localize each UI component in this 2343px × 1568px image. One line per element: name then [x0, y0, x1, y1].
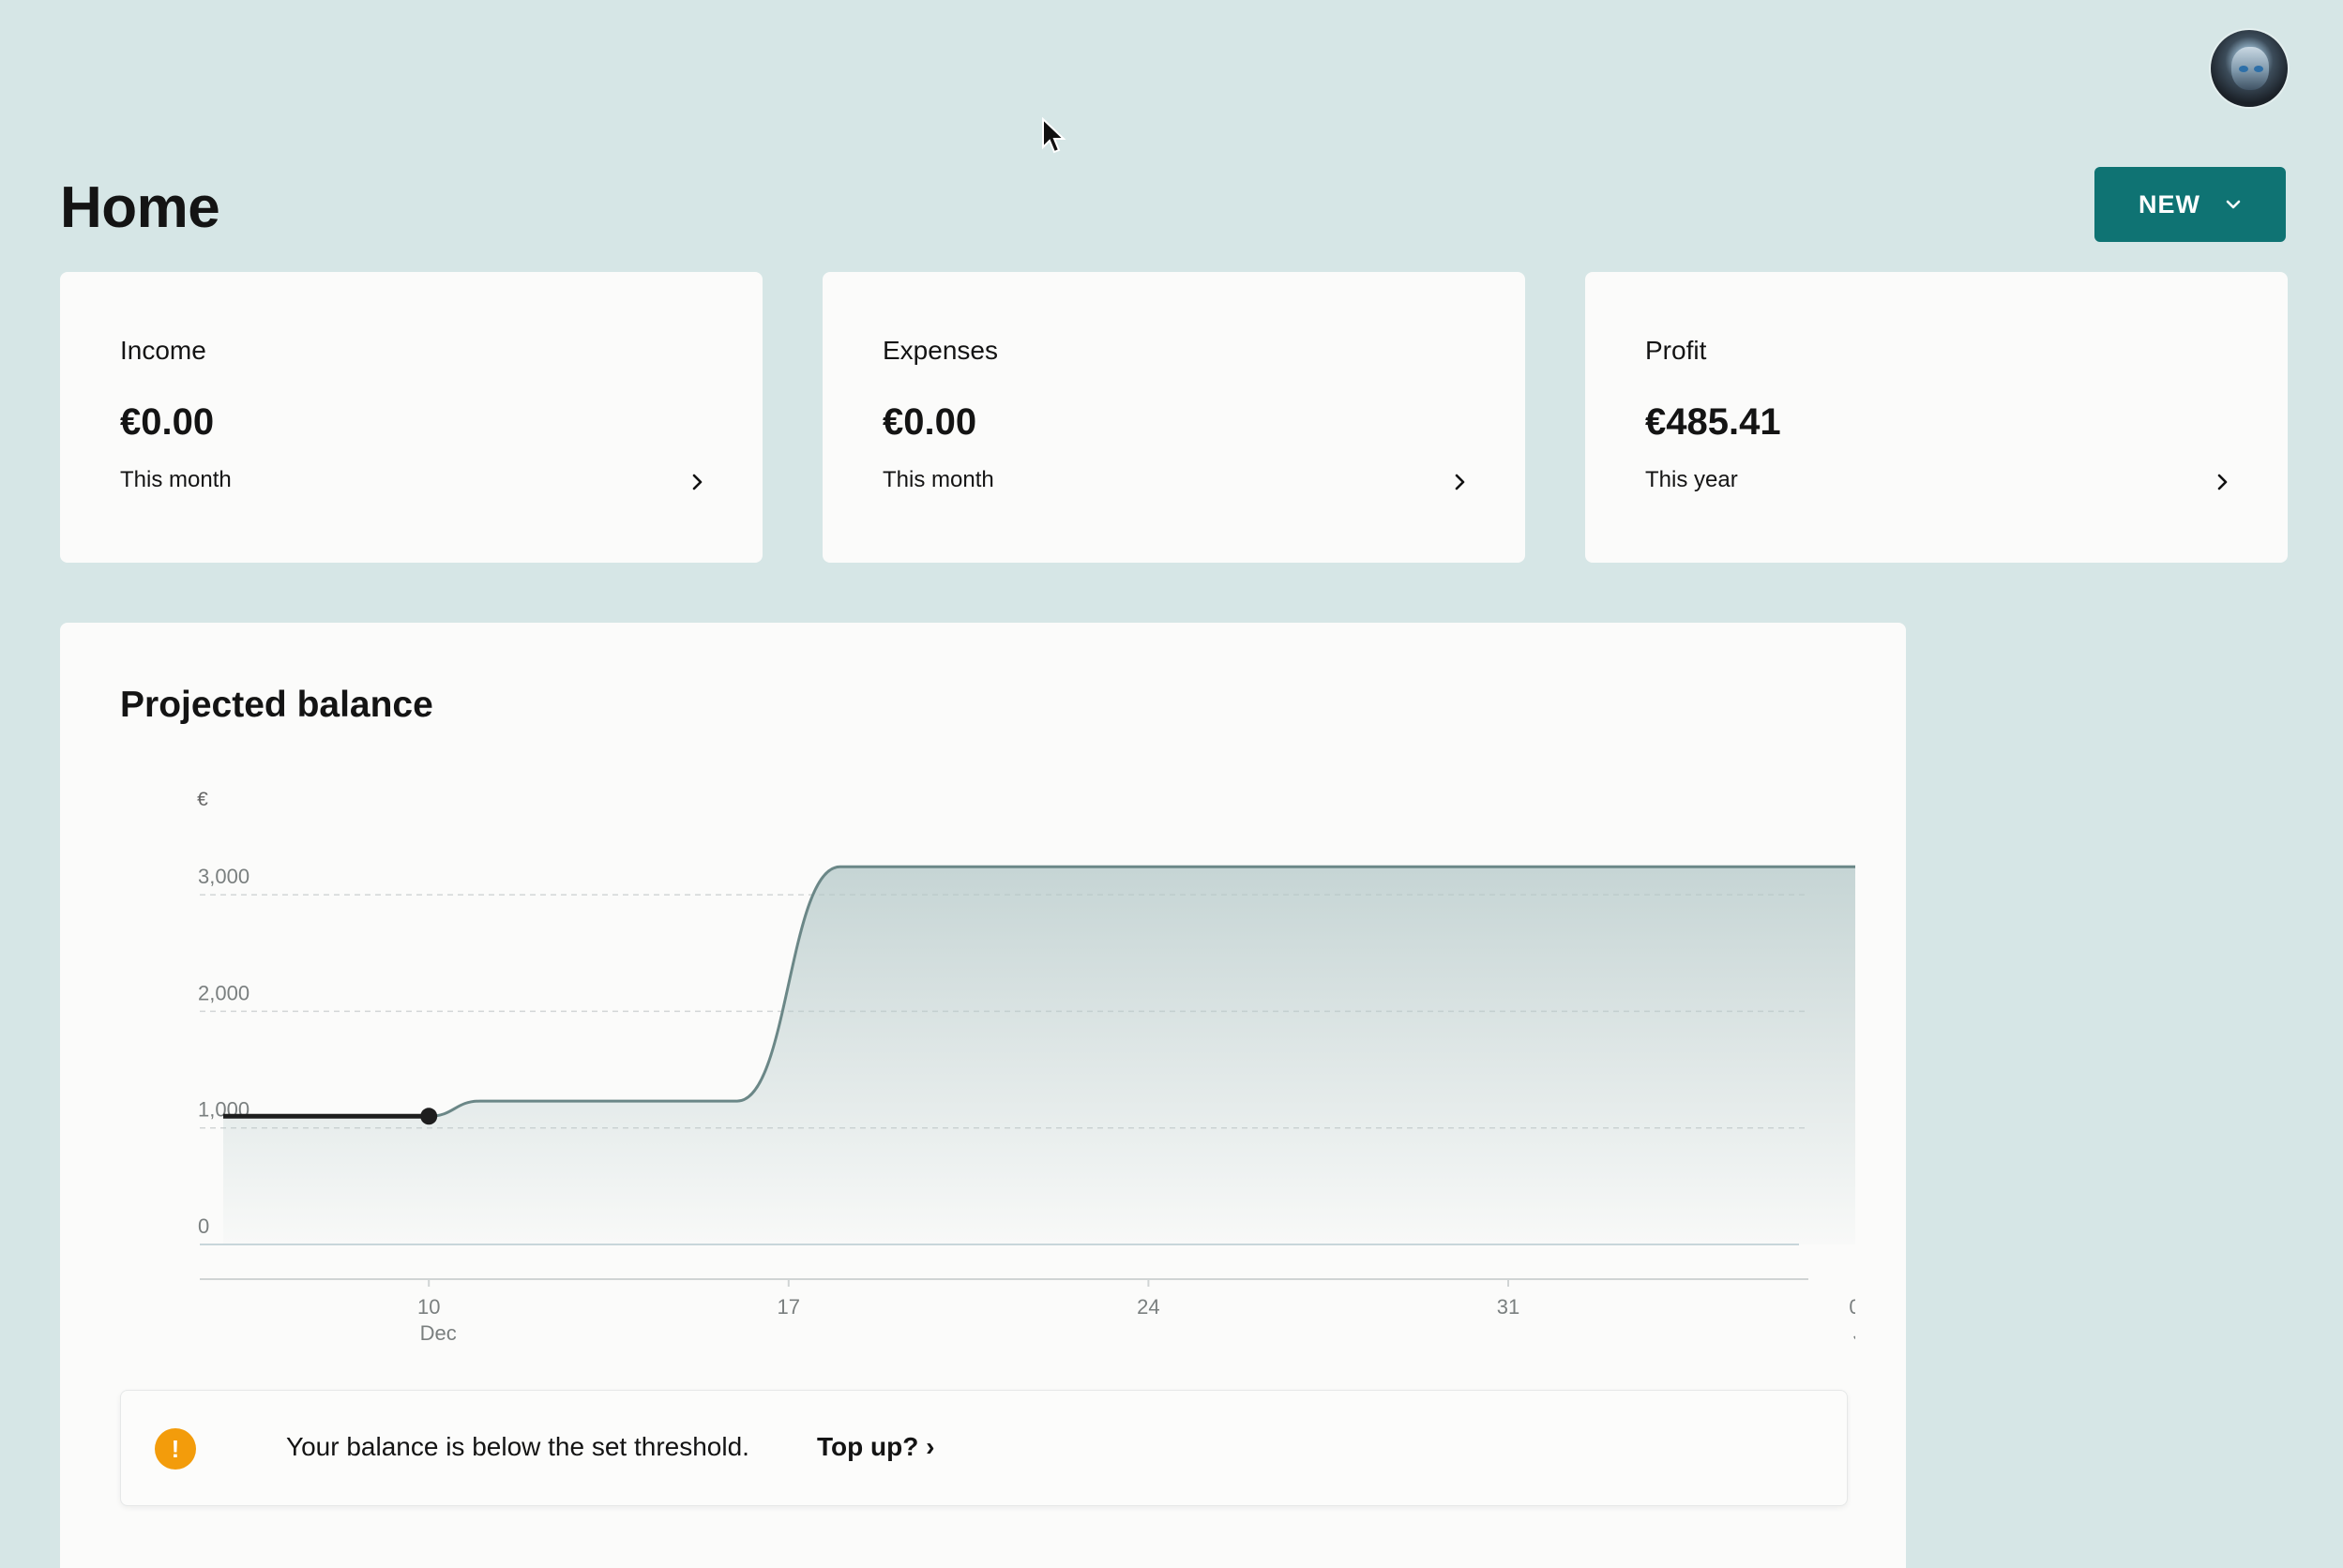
avatar-eye-left: [2239, 66, 2248, 72]
low-balance-alert: ! Your balance is below the set threshol…: [120, 1390, 1848, 1506]
card-period: This month: [883, 467, 994, 492]
projected-balance-chart: € 3,0002,0001,0000 10Dec17243107Jan08: [197, 789, 1855, 1345]
alert-message: Your balance is below the set threshold.: [286, 1432, 749, 1461]
card-period: This year: [1645, 467, 1738, 492]
panel-title: Projected balance: [120, 685, 433, 725]
new-button[interactable]: NEW: [2094, 167, 2286, 242]
chevron-right-icon[interactable]: [689, 471, 706, 493]
y-tick-label: 3,000: [198, 865, 249, 888]
card-period: This month: [120, 467, 232, 492]
avatar-eye-right: [2254, 66, 2263, 72]
y-tick-label: 2,000: [198, 981, 249, 1004]
user-avatar[interactable]: [2211, 30, 2288, 107]
x-tick-month: Dec: [420, 1321, 457, 1345]
card-label: Income: [120, 336, 206, 365]
x-tick-day: 24: [1137, 1295, 1159, 1319]
x-tick-day: 31: [1497, 1295, 1519, 1319]
page-title: Home: [60, 175, 220, 240]
card-label: Expenses: [883, 336, 998, 365]
mouse-cursor-icon: [1042, 117, 1066, 154]
balance-area-fill: [223, 867, 1855, 1244]
chevron-right-icon[interactable]: [2215, 471, 2231, 493]
avatar-face: [2231, 47, 2269, 90]
y-axis-unit-label: €: [197, 789, 208, 810]
projected-balance-panel: Projected balance € 3,000 2,000 1,000 0 10 D…: [60, 623, 1906, 1568]
warning-icon: !: [155, 1428, 196, 1470]
card-label: Profit: [1645, 336, 1707, 365]
x-tick-month: Jan: [1853, 1321, 1855, 1345]
x-tick-day: 07: [1849, 1295, 1855, 1319]
new-button-label: NEW: [2139, 189, 2200, 219]
card-amount: €0.00: [120, 401, 215, 443]
x-tick-day: 17: [778, 1295, 800, 1319]
expenses-card[interactable]: Expenses €0.00 This month: [823, 272, 1525, 563]
x-tick-day: 10: [417, 1295, 440, 1319]
profit-card[interactable]: Profit €485.41 This year: [1585, 272, 2288, 563]
card-amount: €0.00: [883, 401, 977, 443]
top-up-link[interactable]: Top up? ›: [817, 1432, 934, 1462]
chevron-right-icon[interactable]: [1452, 471, 1469, 493]
chevron-down-icon: [2226, 200, 2241, 209]
y-tick-label: 0: [198, 1214, 209, 1238]
income-card[interactable]: Income €0.00 This month: [60, 272, 763, 563]
card-amount: €485.41: [1645, 401, 1781, 443]
today-marker: [420, 1108, 438, 1125]
